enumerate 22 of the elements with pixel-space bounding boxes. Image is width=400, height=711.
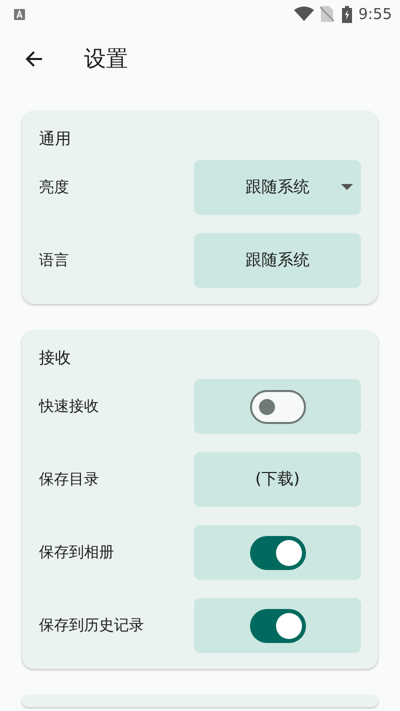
toggle-switch[interactable] xyxy=(250,390,306,424)
toggle-switch[interactable] xyxy=(250,536,306,570)
page-title: 设置 xyxy=(84,46,128,74)
caret-icon xyxy=(341,184,353,191)
clock-time: 9:55 xyxy=(358,5,392,23)
dropdown[interactable]: 跟随系统 xyxy=(194,160,361,215)
setting-label: 保存到相册 xyxy=(39,543,114,562)
setting-label: 语言 xyxy=(39,251,69,270)
notification-icon xyxy=(14,8,25,20)
toggle-switch[interactable] xyxy=(250,608,306,642)
battery-charging-icon xyxy=(342,6,352,22)
wifi-icon xyxy=(294,6,314,22)
section-title: 通用 xyxy=(39,129,71,150)
setting-label: 亮度 xyxy=(39,178,69,197)
setting-label: 保存目录 xyxy=(39,470,99,489)
section-title: 接收 xyxy=(39,348,71,369)
setting-button[interactable]: (下载) xyxy=(194,452,361,507)
setting-label: 保存到历史记录 xyxy=(39,616,144,635)
setting-button[interactable]: 跟随系统 xyxy=(194,233,361,288)
setting-label: 快速接收 xyxy=(39,397,99,416)
back-arrow-icon xyxy=(24,49,44,69)
no-sim-icon xyxy=(320,6,334,22)
